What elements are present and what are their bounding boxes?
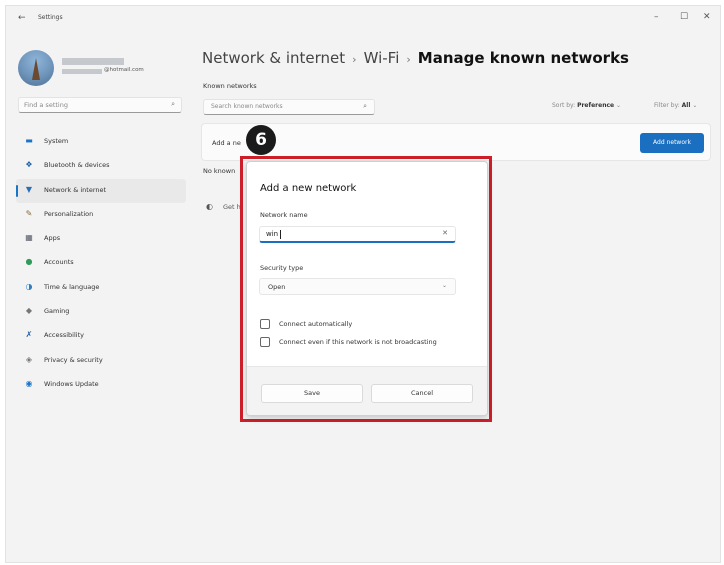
filter-by-label: Filter by: bbox=[654, 102, 680, 109]
sidebar-item-label: System bbox=[44, 137, 69, 145]
chevron-down-icon: ⌄ bbox=[692, 102, 698, 109]
search-known-networks-input[interactable]: Search known networks ⌕ bbox=[203, 99, 375, 115]
network-name-label: Network name bbox=[260, 211, 308, 219]
avatar[interactable] bbox=[18, 50, 54, 86]
breadcrumb-wifi[interactable]: Wi-Fi bbox=[364, 49, 400, 67]
connect-hidden-checkbox[interactable] bbox=[260, 337, 270, 347]
text-caret bbox=[280, 230, 281, 239]
breadcrumb-separator: › bbox=[352, 53, 357, 66]
sidebar-item-label: Apps bbox=[44, 234, 61, 243]
find-setting-input[interactable]: Find a setting ⌕ bbox=[18, 97, 182, 113]
filter-by-dropdown[interactable]: Filter by: All ⌄ bbox=[654, 102, 697, 109]
sidebar-item-label: Personalization bbox=[44, 209, 94, 218]
save-button[interactable]: Save bbox=[261, 384, 363, 403]
wifi-icon: ▼ bbox=[25, 184, 33, 194]
sidebar-item[interactable]: ● Accounts bbox=[16, 251, 186, 275]
minimize-button[interactable]: – bbox=[654, 12, 659, 22]
chevron-down-icon: ⌄ bbox=[441, 282, 447, 289]
sidebar-item[interactable]: ❖ Bluetooth & devices bbox=[16, 154, 186, 178]
back-arrow-icon[interactable]: ← bbox=[18, 13, 26, 23]
sidebar-item[interactable]: ▦ Apps bbox=[16, 227, 186, 251]
sidebar-item[interactable]: ✎ Personalization bbox=[16, 203, 186, 227]
sidebar-item-label: Privacy & security bbox=[44, 355, 103, 364]
accessibility-icon: ✗ bbox=[25, 330, 33, 340]
sidebar-item-label: Accessibility bbox=[44, 331, 84, 340]
sort-by-label: Sort by: bbox=[552, 102, 576, 109]
apps-icon: ▦ bbox=[25, 233, 33, 243]
add-network-dialog: Add a new network Network name win ✕ Sec… bbox=[246, 161, 488, 416]
sidebar-item[interactable]: ▼ Network & internet bbox=[16, 178, 186, 203]
chevron-down-icon: ⌄ bbox=[616, 102, 622, 109]
security-type-label: Security type bbox=[260, 264, 304, 272]
redacted-email bbox=[62, 69, 102, 74]
title-bar: ← Settings – ☐ ✕ bbox=[6, 6, 720, 32]
find-setting-placeholder: Find a setting bbox=[24, 101, 68, 109]
breadcrumb: Network & internet › Wi-Fi › Manage known ne… bbox=[202, 49, 629, 67]
add-network-card-label: Add a ne bbox=[212, 139, 241, 147]
search-icon: ⌕ bbox=[363, 102, 367, 110]
cancel-button[interactable]: Cancel bbox=[371, 384, 473, 403]
known-networks-label: Known networks bbox=[203, 82, 257, 90]
get-help-text: Get h bbox=[222, 203, 241, 211]
brush-icon: ✎ bbox=[25, 208, 33, 218]
network-name-input[interactable]: win ✕ bbox=[259, 226, 456, 243]
sort-by-value: Preference bbox=[577, 102, 615, 109]
search-icon: ⌕ bbox=[171, 100, 175, 108]
sidebar-item-label: Network & internet bbox=[44, 185, 107, 194]
sidebar-item-label: Gaming bbox=[44, 307, 70, 316]
search-known-placeholder: Search known networks bbox=[211, 103, 283, 110]
eiffel-tower-icon bbox=[32, 58, 40, 80]
sidebar-nav: ▬ System ❖ Bluetooth & devices ▼ Network & in… bbox=[16, 130, 186, 397]
monitor-icon: ▬ bbox=[25, 136, 33, 145]
shield-icon: ◈ bbox=[25, 354, 33, 364]
sidebar-item-label: Accounts bbox=[44, 258, 74, 267]
maximize-button[interactable]: ☐ bbox=[680, 12, 688, 22]
sidebar-item[interactable]: ◉ Windows Update bbox=[16, 373, 186, 397]
redacted-user-name bbox=[62, 58, 124, 65]
close-button[interactable]: ✕ bbox=[703, 12, 711, 22]
sidebar-item[interactable]: ◈ Privacy & security bbox=[16, 349, 186, 373]
get-help-link[interactable]: ◐ Get h bbox=[206, 202, 241, 211]
globe-icon: ◑ bbox=[25, 281, 33, 291]
step-number-badge: 6 bbox=[246, 125, 276, 155]
sidebar-item-label: Time & language bbox=[44, 282, 100, 291]
sidebar-item[interactable]: ◑ Time & language bbox=[16, 276, 186, 300]
sidebar-item-label: Windows Update bbox=[44, 379, 99, 388]
update-icon: ◉ bbox=[25, 378, 33, 388]
filter-by-value: All bbox=[681, 102, 691, 109]
page-title: Manage known networks bbox=[417, 49, 629, 67]
dialog-title: Add a new network bbox=[260, 183, 357, 194]
clear-icon[interactable]: ✕ bbox=[442, 229, 448, 237]
security-type-select[interactable]: Open ⌄ bbox=[259, 278, 456, 295]
person-icon: ● bbox=[25, 257, 33, 267]
network-name-value: win bbox=[266, 230, 279, 238]
bluetooth-icon: ❖ bbox=[25, 160, 33, 170]
sidebar-item-label: Bluetooth & devices bbox=[44, 161, 110, 170]
security-type-value: Open bbox=[268, 283, 286, 291]
breadcrumb-separator: › bbox=[406, 53, 411, 66]
sidebar-item[interactable]: ▬ System bbox=[16, 130, 186, 154]
connect-automatically-label: Connect automatically bbox=[279, 320, 353, 328]
sidebar-item[interactable]: ✗ Accessibility bbox=[16, 324, 186, 348]
no-known-networks-text: No known bbox=[203, 167, 236, 175]
app-title: Settings bbox=[38, 14, 63, 21]
help-icon: ◐ bbox=[206, 202, 213, 211]
dialog-footer: Save Cancel bbox=[247, 366, 487, 415]
email-suffix: @hotmail.com bbox=[104, 67, 144, 73]
controller-icon: ◆ bbox=[25, 306, 33, 316]
connect-automatically-checkbox[interactable] bbox=[260, 319, 270, 329]
connect-hidden-label: Connect even if this network is not broa… bbox=[279, 338, 437, 346]
breadcrumb-network[interactable]: Network & internet bbox=[202, 49, 345, 67]
sidebar-item[interactable]: ◆ Gaming bbox=[16, 300, 186, 324]
add-network-button[interactable]: Add network bbox=[640, 133, 704, 153]
sort-by-dropdown[interactable]: Sort by: Preference ⌄ bbox=[552, 102, 621, 109]
